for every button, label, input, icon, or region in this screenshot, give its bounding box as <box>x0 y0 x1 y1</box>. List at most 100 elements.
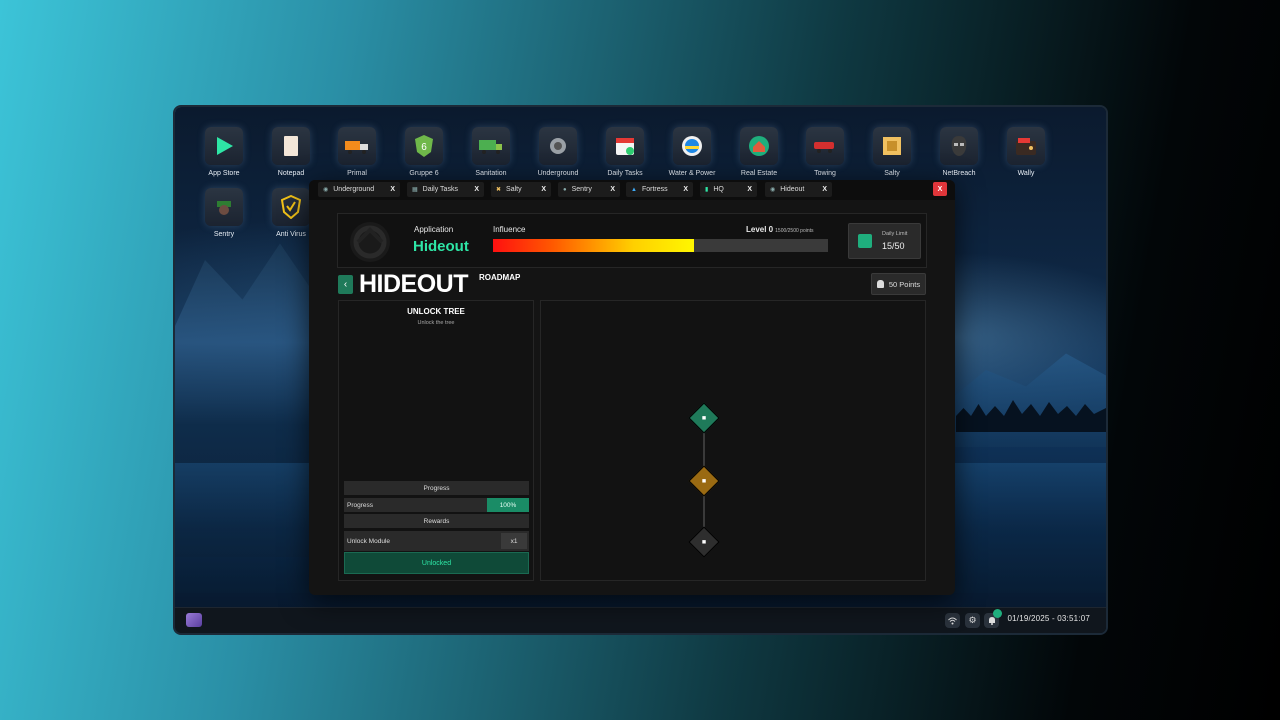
unlocked-status-button[interactable]: Unlocked <box>344 552 529 574</box>
lock-icon: ■ <box>701 414 707 422</box>
sentry-icon <box>205 188 243 226</box>
desktop-icon-sanitation[interactable]: Sanitation <box>461 127 521 177</box>
desktop-icon-label: Gruppe 6 <box>409 170 439 177</box>
desktop-icon-label: App Store <box>208 170 240 177</box>
influence-progress-fill <box>493 239 694 252</box>
notepad-icon <box>272 127 310 165</box>
desktop-icon-wally[interactable]: Wally <box>996 127 1056 177</box>
back-button[interactable]: ‹ <box>338 275 353 294</box>
application-name: Hideout <box>413 238 469 255</box>
tab-label: Sentry <box>571 186 592 193</box>
points-button[interactable]: 50 Points <box>871 273 926 295</box>
daily-limit-value: 15/50 <box>882 241 905 251</box>
page-subtitle: ROADMAP <box>479 273 521 282</box>
notification-badge <box>993 609 1002 618</box>
desktop-icon-notepad[interactable]: Notepad <box>261 127 321 177</box>
tab-label: Underground <box>333 186 375 193</box>
water-power-badge-icon <box>673 127 711 165</box>
start-menu-button[interactable] <box>186 613 202 627</box>
desktop-icon-daily-tasks[interactable]: Daily Tasks <box>595 127 655 177</box>
desktop-icon-label: Real Estate <box>740 170 778 177</box>
salty-tab-icon: ✖ <box>496 187 502 193</box>
tab-close-button[interactable]: X <box>610 186 615 193</box>
tab-label: HQ <box>713 186 724 193</box>
wifi-icon[interactable] <box>945 613 960 628</box>
app-header-card: Application Hideout Influence Level 0 150… <box>337 213 927 268</box>
app-tab-bar: ◉ Underground X ▦ Daily Tasks X ✖ Salty … <box>309 180 955 200</box>
level-label: Level 0 1500/2500 points <box>746 225 814 234</box>
unlock-tree-panel: UNLOCK TREE Unlock the tree Progress Pro… <box>338 300 534 581</box>
reward-quantity: x1 <box>501 533 527 549</box>
roadmap-node-locked[interactable]: ■ <box>688 526 720 558</box>
tab-fortress[interactable]: ▲ Fortress X <box>626 182 693 197</box>
sentry-tab-icon: ● <box>563 186 567 193</box>
roadmap-panel: ■ ■ ■ <box>540 300 926 581</box>
desktop-icon-sentry[interactable]: Sentry <box>194 188 254 238</box>
tab-daily-tasks[interactable]: ▦ Daily Tasks X <box>407 182 484 197</box>
daily-limit-card: Daily Limit 15/50 <box>848 223 921 259</box>
tab-close-button[interactable]: X <box>683 186 688 193</box>
tab-close-button[interactable]: X <box>474 186 479 193</box>
tab-salty[interactable]: ✖ Salty X <box>491 182 551 197</box>
wallet-icon <box>1007 127 1045 165</box>
desktop-icon-underground[interactable]: Underground <box>528 127 588 177</box>
salty-icon <box>873 127 911 165</box>
desktop-icon-label: Primal <box>347 170 367 177</box>
underground-tab-icon: ◉ <box>323 187 329 193</box>
desktop-icon-label: Underground <box>537 170 579 177</box>
desktop-icon-label: Daily Tasks <box>607 170 643 177</box>
daily-limit-label: Daily Limit <box>882 231 908 237</box>
points-label: 50 Points <box>888 279 921 289</box>
rewards-header: Rewards <box>344 514 529 528</box>
desktop-icon-water-power[interactable]: Water & Power <box>662 127 722 177</box>
desktop-icon-real-estate[interactable]: Real Estate <box>729 127 789 177</box>
tab-label: Hideout <box>780 186 805 193</box>
gruppe6-shield-icon: 6 <box>405 127 443 165</box>
desktop-icon-label: Salty <box>884 170 900 177</box>
tab-close-button[interactable]: X <box>747 186 752 193</box>
progress-label: Progress <box>347 501 374 509</box>
user-icon <box>876 280 884 288</box>
desktop-icon-primal[interactable]: Primal <box>327 127 387 177</box>
hideout-tab-icon: ◉ <box>770 187 776 193</box>
lock-icon: ■ <box>701 538 707 546</box>
hideout-logo-icon <box>350 222 390 262</box>
reward-row: Unlock Module x1 <box>344 531 529 551</box>
tab-sentry[interactable]: ● Sentry X <box>558 182 620 197</box>
roadmap-node-available[interactable]: ■ <box>688 465 720 497</box>
truck-icon <box>338 127 376 165</box>
desktop-icon-gruppe-6[interactable]: 6 Gruppe 6 <box>394 127 454 177</box>
play-store-icon <box>205 127 243 165</box>
tab-close-button[interactable]: X <box>390 186 395 193</box>
desktop-icon-label: Sanitation <box>475 170 507 177</box>
netbreach-mask-icon <box>940 127 978 165</box>
desktop-icon-label: Sentry <box>213 231 235 238</box>
desktop-icon-app-store[interactable]: App Store <box>194 127 254 177</box>
hq-tab-icon: ▮ <box>705 187 709 193</box>
desktop-icon-salty[interactable]: Salty <box>862 127 922 177</box>
tab-underground[interactable]: ◉ Underground X <box>318 182 400 197</box>
progress-row: Progress 100% <box>344 498 529 512</box>
roadmap-node-unlocked[interactable]: ■ <box>688 402 720 434</box>
unlock-tree-title: UNLOCK TREE <box>407 307 465 316</box>
tab-close-button[interactable]: X <box>822 186 827 193</box>
settings-gear-icon[interactable]: ⚙ <box>965 613 980 628</box>
tab-label: Salty <box>506 186 522 193</box>
tab-hideout[interactable]: ◉ Hideout X <box>765 182 832 197</box>
taskbar-clock: 01/19/2025 - 03:51:07 <box>1007 614 1090 623</box>
taskbar: ⚙ 01/19/2025 - 03:51:07 <box>175 607 1106 633</box>
calendar-icon <box>858 234 872 248</box>
desktop-icon-netbreach[interactable]: NetBreach <box>929 127 989 177</box>
influence-label: Influence <box>493 225 526 234</box>
tab-close-button[interactable]: X <box>541 186 546 193</box>
antivirus-shield-icon <box>272 188 310 226</box>
tab-label: Fortress <box>641 186 668 193</box>
unlock-tree-description: Unlock the tree <box>417 320 455 326</box>
close-app-button[interactable]: X <box>933 182 947 196</box>
house-circle-icon <box>740 127 778 165</box>
tab-hq[interactable]: ▮ HQ X <box>700 182 757 197</box>
desktop-icon-label: Towing <box>814 170 836 177</box>
level-points: 1500/2500 points <box>775 228 814 234</box>
desktop-icon-label: Water & Power <box>668 170 716 177</box>
desktop-icon-towing[interactable]: Towing <box>795 127 855 177</box>
